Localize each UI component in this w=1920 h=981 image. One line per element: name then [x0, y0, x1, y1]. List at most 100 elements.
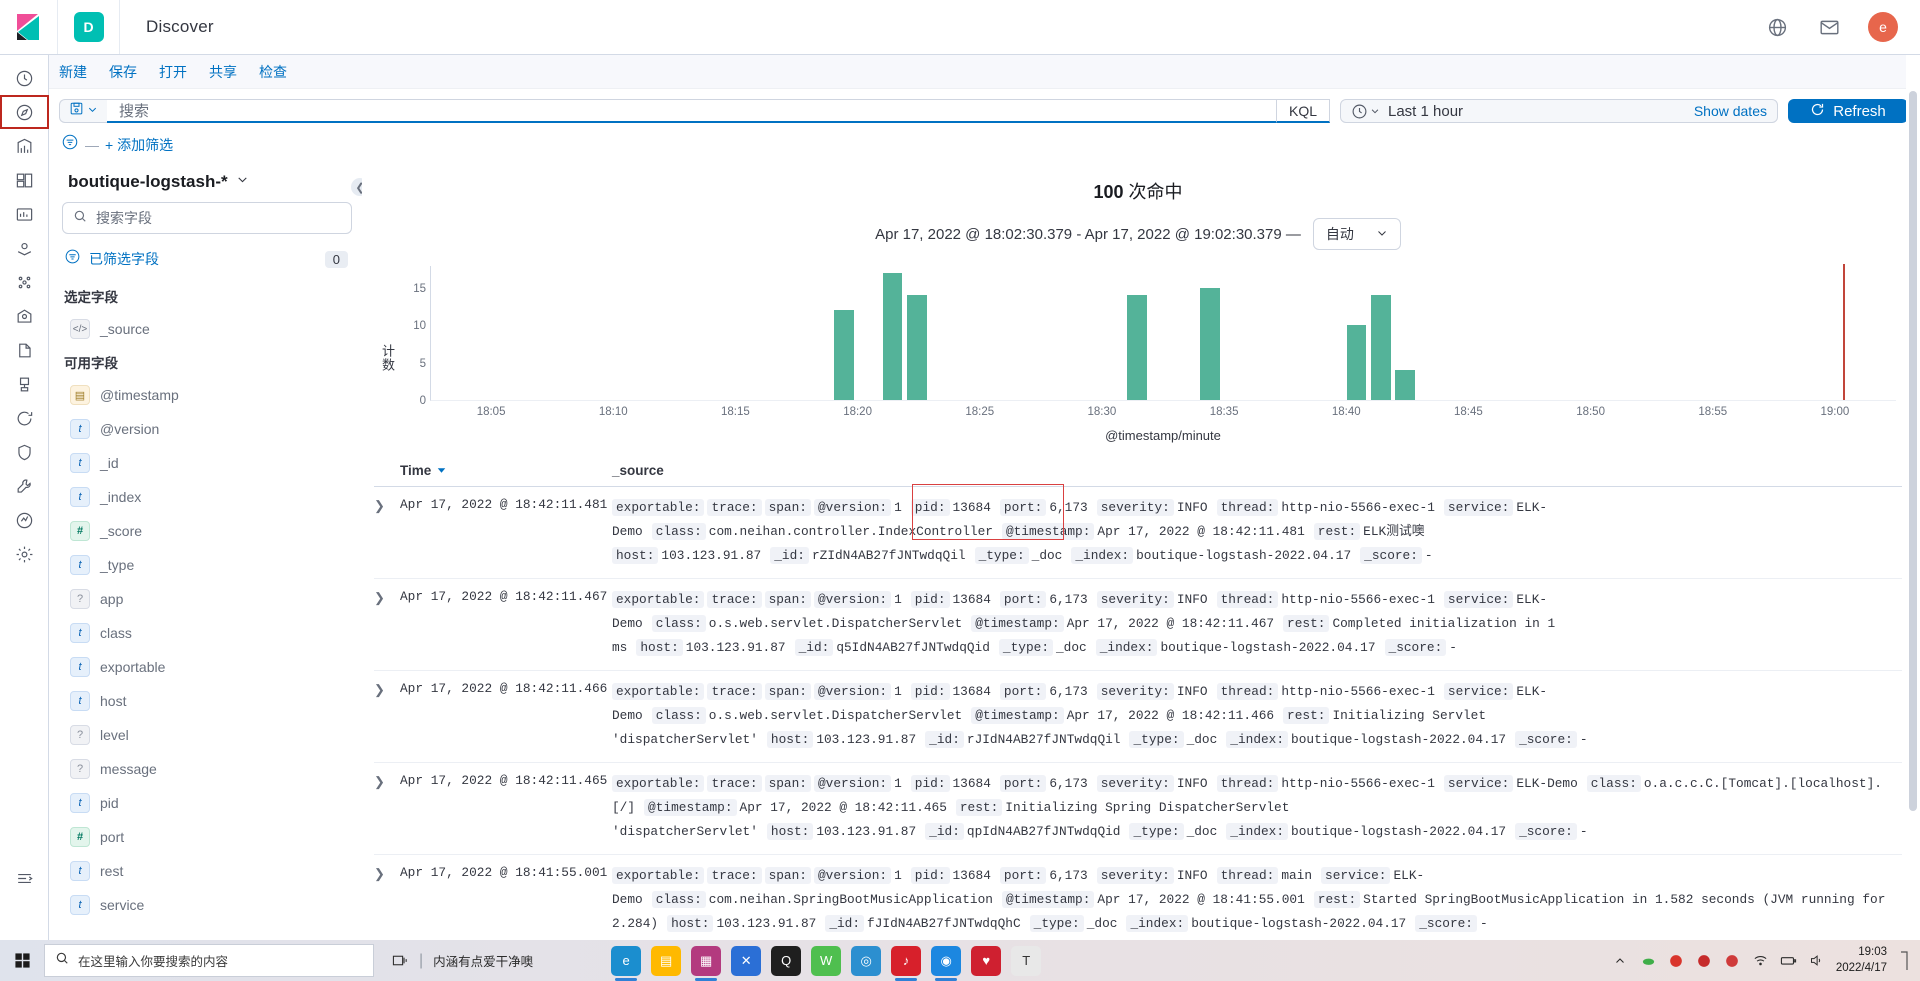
field-item-port[interactable]: # port [62, 820, 352, 854]
chevron-right-icon[interactable]: ❯ [374, 496, 400, 568]
field-item-app[interactable]: ? app [62, 582, 352, 616]
topnav-new[interactable]: 新建 [59, 62, 87, 82]
sidebar-item-uptime[interactable] [0, 401, 49, 435]
taskbar-app-netease-music[interactable]: ♪ [891, 945, 922, 981]
table-row[interactable]: ❯ Apr 17, 2022 @ 18:42:11.465 exportable: t… [374, 763, 1902, 855]
sidebar-item-canvas[interactable] [0, 197, 49, 231]
field-item-rest[interactable]: t rest [62, 854, 352, 888]
topnav-inspect[interactable]: 检查 [259, 62, 287, 82]
field-item-timestamp[interactable]: ▤ @timestamp [62, 378, 352, 412]
sidebar-item-management[interactable] [0, 537, 49, 571]
taskbar-app-qq[interactable]: Q [771, 945, 802, 976]
field-item-source[interactable]: </> _source [62, 312, 352, 346]
filter-icon[interactable] [61, 133, 79, 156]
topnav-save[interactable]: 保存 [109, 62, 137, 82]
show-desktop-button[interactable] [1898, 947, 1910, 975]
topnav-open[interactable]: 打开 [159, 62, 187, 82]
app-tray-icon[interactable] [1696, 952, 1713, 969]
page-scrollbar[interactable] [1906, 55, 1920, 981]
saved-query-button[interactable] [59, 99, 107, 123]
add-filter-button[interactable]: + 添加筛选 [105, 135, 173, 155]
chart-bar[interactable] [1395, 370, 1416, 400]
field-item-host[interactable]: t host [62, 684, 352, 718]
field-item-version[interactable]: t @version [62, 412, 352, 446]
app-tray-icon-2[interactable] [1724, 952, 1741, 969]
interval-select[interactable]: 自动 [1312, 218, 1401, 250]
field-item-class[interactable]: t class [62, 616, 352, 650]
windows-start-icon[interactable] [0, 952, 44, 969]
taskbar-app-app-3[interactable]: ▦ [691, 945, 722, 981]
kibana-logo-icon[interactable] [0, 0, 58, 54]
column-header-time[interactable]: Time [400, 463, 612, 478]
field-item-message[interactable]: ? message [62, 752, 352, 786]
help-icon[interactable] [1764, 14, 1790, 40]
chart-bar[interactable] [833, 310, 854, 400]
quick-select-button[interactable] [1351, 103, 1380, 120]
taskbar-app-edge[interactable]: e [611, 945, 642, 981]
table-row[interactable]: ❯ Apr 17, 2022 @ 18:41:55.001 exportable: t… [374, 855, 1902, 932]
table-row[interactable]: ❯ Apr 17, 2022 @ 18:42:11.481 exportable: t… [374, 484, 1902, 579]
sidebar-item-maps[interactable] [0, 231, 49, 265]
table-row[interactable]: ❯ Apr 17, 2022 @ 18:42:11.466 exportable: t… [374, 671, 1902, 763]
table-row[interactable]: ❯ Apr 17, 2022 @ 18:42:11.467 exportable: t… [374, 579, 1902, 671]
sidebar-item-dashboard[interactable] [0, 163, 49, 197]
taskbar-app-app-4[interactable]: ✕ [731, 945, 762, 976]
taskbar-clock[interactable]: 19:03 2022/4/17 [1836, 945, 1887, 976]
field-item-score[interactable]: # _score [62, 514, 352, 548]
chevron-up-icon[interactable] [1612, 952, 1629, 969]
sidebar-item-visualize[interactable] [0, 129, 49, 163]
battery-icon[interactable] [1780, 952, 1797, 969]
chevron-right-icon[interactable]: ❯ [374, 588, 400, 660]
field-item-id[interactable]: t _id [62, 446, 352, 480]
field-item-exportable[interactable]: t exportable [62, 650, 352, 684]
taskbar-app-app-10[interactable]: ♥ [971, 945, 1002, 976]
taskbar-app-terminal[interactable]: T [1011, 945, 1042, 976]
refresh-button[interactable]: Refresh [1788, 99, 1908, 123]
chart-bar[interactable] [1371, 295, 1391, 400]
collapse-nav-icon[interactable] [0, 861, 49, 895]
taskbar-app-app-7[interactable]: ◎ [851, 945, 882, 976]
chevron-right-icon[interactable]: ❯ [374, 680, 400, 752]
field-search-input[interactable]: 搜索字段 [62, 202, 352, 234]
taskbar-app-file-explorer[interactable]: ▤ [651, 945, 682, 976]
chart-bar[interactable] [907, 295, 927, 400]
sidebar-item-recently-viewed[interactable] [0, 61, 49, 95]
search-input[interactable]: 搜索 [107, 99, 1277, 123]
field-item-level[interactable]: ? level [62, 718, 352, 752]
histogram-chart[interactable]: 计数 0 5 10 15 18:05 18:10 18:15 18:20 18:25 18:30… [374, 264, 1902, 451]
field-item-service[interactable]: t service [62, 888, 352, 922]
chart-bar[interactable] [1126, 295, 1147, 400]
filtered-fields-button[interactable]: 已筛选字段 0 [62, 244, 352, 274]
task-view-button[interactable]: | 内涵有点爱干净噢 [392, 951, 533, 970]
cloud-icon[interactable] [1640, 952, 1657, 969]
volume-icon[interactable] [1808, 952, 1825, 969]
chart-bar[interactable] [882, 272, 903, 400]
sidebar-item-siem[interactable] [0, 435, 49, 469]
taskbar-search-input[interactable]: 在这里输入你要搜索的内容 [44, 944, 374, 977]
chart-bar[interactable] [1200, 287, 1220, 400]
mail-icon[interactable] [1816, 14, 1842, 40]
sidebar-item-logs[interactable] [0, 333, 49, 367]
time-range-label[interactable]: Last 1 hour [1388, 103, 1686, 120]
sidebar-item-apm[interactable] [0, 367, 49, 401]
shield-icon[interactable] [1668, 952, 1685, 969]
field-item-index[interactable]: t _index [62, 480, 352, 514]
sidebar-item-dev-tools[interactable] [0, 469, 49, 503]
field-item-pid[interactable]: t pid [62, 786, 352, 820]
sidebar-item-monitoring[interactable] [0, 503, 49, 537]
show-dates-button[interactable]: Show dates [1694, 103, 1767, 119]
field-item-type[interactable]: t _type [62, 548, 352, 582]
taskbar-app-app-9[interactable]: ◉ [931, 945, 962, 981]
topnav-share[interactable]: 共享 [209, 62, 237, 82]
collapse-sidebar-icon[interactable]: ❮ [351, 178, 362, 196]
sidebar-item-machine-learning[interactable] [0, 265, 49, 299]
index-pattern-selector[interactable]: boutique-logstash-* [62, 164, 352, 202]
scrollbar-thumb[interactable] [1909, 91, 1917, 811]
taskbar-app-wechat[interactable]: W [811, 945, 842, 976]
avatar[interactable]: e [1868, 12, 1898, 42]
sidebar-item-discover[interactable] [0, 95, 49, 129]
chart-bar[interactable] [1346, 325, 1367, 400]
query-language-button[interactable]: KQL [1276, 99, 1330, 123]
network-icon[interactable] [1752, 952, 1769, 969]
sidebar-item-infrastructure[interactable] [0, 299, 49, 333]
